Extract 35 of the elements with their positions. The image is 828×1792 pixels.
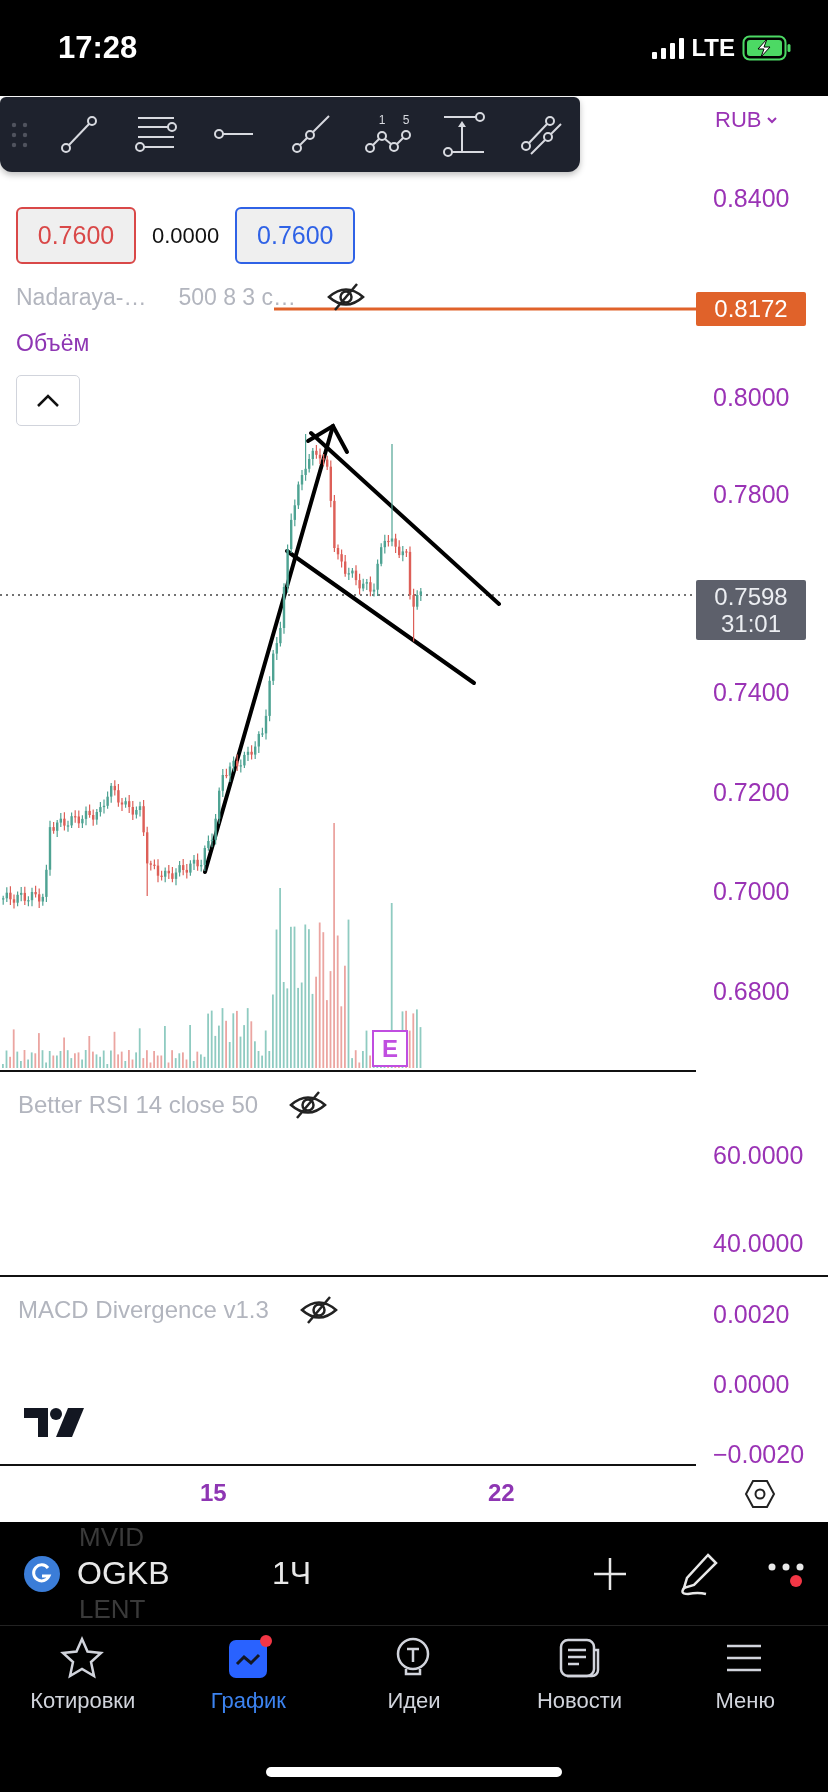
clock-time: 17:28 — [58, 30, 138, 66]
time-label: 15 — [200, 1479, 227, 1507]
time-label: 22 — [488, 1479, 515, 1507]
indicator-name: Better RSI 14 close 50 — [18, 1091, 259, 1119]
axis-label: 0.7200 — [713, 777, 790, 807]
axis-label: 0.7000 — [713, 876, 790, 906]
nav-tab[interactable]: Идеи — [331, 1626, 497, 1722]
axis-label: 0.0020 — [713, 1299, 791, 1329]
earnings-marker[interactable]: E — [372, 1030, 408, 1067]
axis-label: 0.6800 — [713, 976, 790, 1006]
indicator-name: Nadaraya-… — [16, 283, 147, 311]
currency-selector[interactable]: RUB — [715, 107, 778, 133]
nav-tab[interactable]: Новости — [496, 1626, 663, 1722]
symbol-button[interactable]: OGKB — [77, 1555, 237, 1592]
axis-label: 60.0000 — [713, 1140, 805, 1170]
axis-label: 0.8400 — [713, 183, 790, 213]
axis-label: 0.0000 — [713, 1369, 791, 1399]
last-price-tag: 0.7598 31:01 — [696, 580, 806, 640]
price-tag: 0.8172 — [696, 292, 806, 326]
axis-label: −0.0020 — [713, 1439, 806, 1469]
axis-label: 0.7800 — [713, 479, 790, 509]
interval-button[interactable]: 1Ч — [272, 1555, 544, 1592]
buy-price-button[interactable]: 0.7600 — [235, 207, 356, 264]
axis-label: 40.0000 — [713, 1228, 805, 1258]
axis-label: 0.7400 — [713, 677, 790, 707]
nav-tab[interactable]: Меню — [662, 1626, 828, 1722]
indicator-params: 500 8 3 c… — [178, 283, 297, 311]
nav-tab[interactable]: График — [165, 1626, 332, 1722]
spread-value: 0.0000 — [152, 222, 220, 249]
network-label: LTE — [691, 34, 735, 62]
sell-price-button[interactable]: 0.7600 — [16, 207, 136, 264]
volume-label: Объём — [16, 330, 90, 357]
indicator-name: MACD Divergence v1.3 — [18, 1296, 269, 1324]
nav-tab[interactable]: Котировки — [0, 1626, 166, 1722]
axis-label: 0.8000 — [713, 382, 790, 412]
